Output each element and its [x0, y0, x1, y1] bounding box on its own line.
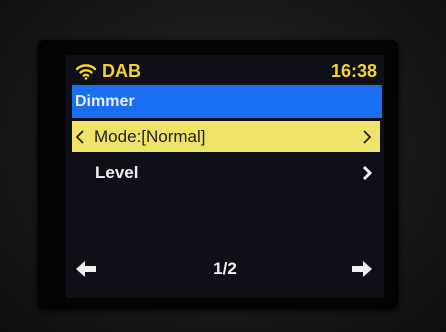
source-label: DAB	[102, 61, 141, 81]
chevron-right-icon[interactable]	[362, 129, 372, 145]
status-bar: DAB 16:38	[66, 59, 384, 83]
clock: 16:38	[330, 61, 377, 81]
menu-title-bar: Dimmer	[72, 85, 382, 118]
menu-item-label: Mode:[Normal]	[94, 127, 206, 146]
menu-item-mode[interactable]: Mode:[Normal]	[72, 121, 380, 152]
menu-item-level[interactable]: Level	[72, 157, 380, 188]
display-screen: DAB 16:38 Dimmer Mode:[Normal] Level 1/2	[66, 55, 384, 298]
chevron-left-icon[interactable]	[75, 129, 85, 145]
menu-title: Dimmer	[75, 93, 135, 110]
footer-bar: 1/2	[66, 255, 384, 285]
device-frame: DAB 16:38 Dimmer Mode:[Normal] Level 1/2	[0, 0, 446, 332]
page-indicator: 1/2	[213, 259, 237, 278]
chevron-right-icon[interactable]	[362, 165, 372, 181]
menu-item-label: Level	[95, 163, 139, 182]
arrow-right-icon[interactable]	[352, 261, 372, 277]
wifi-icon	[76, 64, 96, 80]
